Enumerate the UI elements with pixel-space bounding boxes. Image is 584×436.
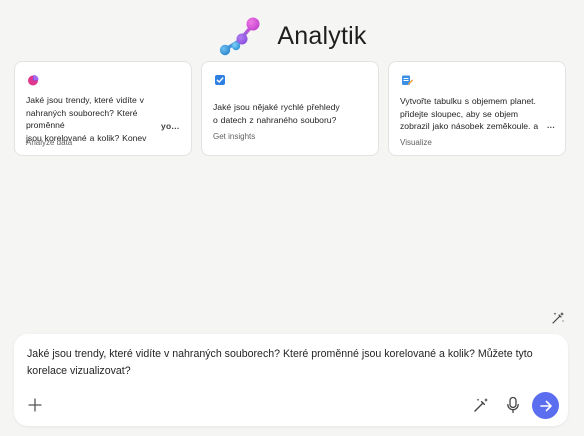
suggestion-card-analyze-data[interactable]: Jaké jsou trendy, které vidíte v nahraný…	[14, 61, 192, 156]
microphone-icon[interactable]	[505, 396, 521, 414]
card-prompt-text: Vytvořte tabulku s objemem planet. přide…	[400, 95, 548, 133]
card-caption: Analyze data	[26, 138, 73, 147]
header: Analytik	[0, 14, 584, 58]
card-line: zobrazil jako násobek zeměkoule. a	[400, 121, 539, 132]
card-more-indicator: ...	[547, 120, 555, 130]
suggestion-cards: Jaké jsou trendy, které vidíte v nahraný…	[14, 61, 568, 158]
card-line: o datech z nahraného souboru?	[213, 114, 337, 125]
plus-icon[interactable]	[27, 397, 43, 413]
card-more-indicator: yo...	[161, 121, 180, 131]
card-line: Jaké jsou trendy, které vidíte v	[26, 95, 144, 105]
app-title: Analytik	[277, 21, 367, 50]
suggestion-card-get-insights[interactable]: Jaké jsou nějaké rychlé přehledy o datec…	[201, 61, 379, 156]
checkbox-icon	[215, 75, 225, 85]
sparkle-edit-icon	[552, 312, 564, 324]
suggestion-card-visualize[interactable]: Vytvořte tabulku s objemem planet. přide…	[388, 61, 566, 156]
card-prompt-text: Jaké jsou trendy, které vidíte v nahraný…	[26, 94, 174, 144]
card-caption: Visualize	[400, 138, 432, 147]
card-line: Vytvořte tabulku s objemem planet.	[400, 96, 536, 106]
send-button[interactable]	[532, 392, 559, 419]
sparkle-pen-icon[interactable]	[472, 396, 490, 414]
clipboard-pencil-icon	[402, 75, 413, 85]
chat-input-text[interactable]: Jaké jsou trendy, které vidíte v nahraný…	[27, 346, 547, 380]
arrow-right-icon	[539, 400, 552, 411]
card-caption: Get insights	[213, 132, 256, 141]
card-line: nahraných souborech? Které proměnné	[26, 107, 138, 131]
card-line: přidejte sloupec, aby se objem	[400, 108, 519, 119]
molecule-logo-icon	[220, 17, 260, 56]
pie-chart-icon	[28, 74, 39, 86]
card-prompt-text: Jaké jsou nějaké rychlé přehledy o datec…	[213, 101, 361, 126]
sparkle-edit-button[interactable]	[549, 309, 567, 327]
card-line: Jaké jsou nějaké rychlé přehledy	[213, 102, 340, 112]
chat-input-box[interactable]: Jaké jsou trendy, které vidíte v nahraný…	[14, 334, 568, 426]
